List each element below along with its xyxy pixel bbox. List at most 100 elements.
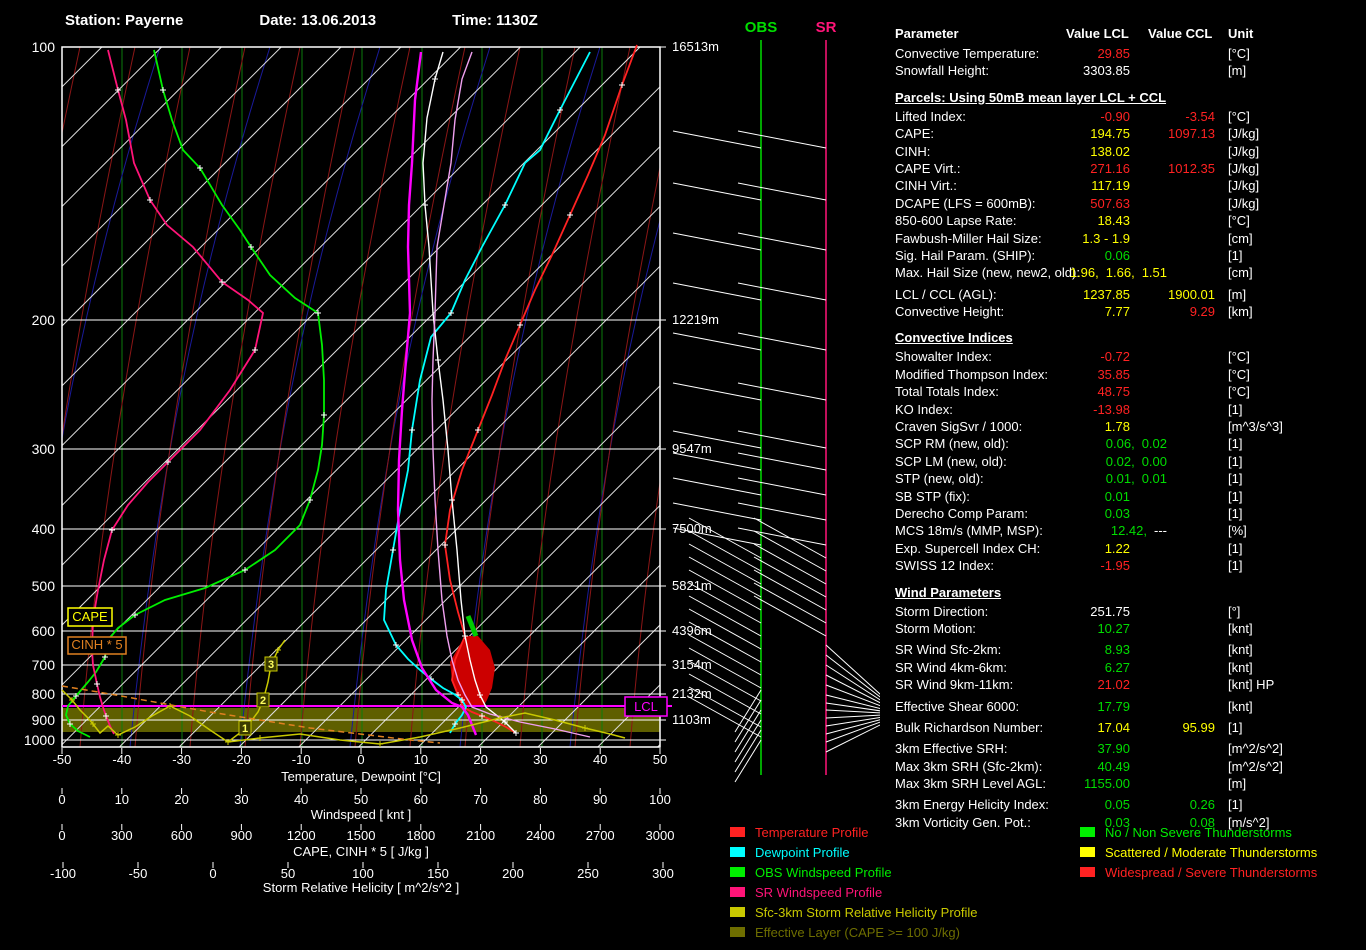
row-value-lcl: 6.27 xyxy=(880,660,1130,675)
temp-axis-tick-label: -50 xyxy=(53,752,72,767)
cape-axis-tick-label: 1500 xyxy=(347,828,376,843)
profile-legend-label: Effective Layer (CAPE >= 100 J/kg) xyxy=(755,925,960,940)
table-row: CINH:138.02[J/kg] xyxy=(880,144,1366,161)
row-value-lcl: 251.75 xyxy=(880,604,1130,619)
row-unit: [m] xyxy=(1228,63,1246,78)
severity-legend-item: No / Non Severe Thunderstorms xyxy=(1080,822,1317,842)
dry-adiabat-line xyxy=(0,47,50,747)
sr-hodograph-fan-line xyxy=(826,655,880,714)
profile-legend-swatch xyxy=(730,927,745,937)
row-value-ccl: -3.54 xyxy=(880,109,1215,124)
obs-wind-barb xyxy=(673,183,761,200)
temp-axis-axis-title: Temperature, Dewpoint [°C] xyxy=(281,769,441,784)
table-row: SB STP (fix):0.01[1] xyxy=(880,489,1366,506)
moist-adiabat-line xyxy=(575,47,685,747)
sr-hodograph-fan-line xyxy=(826,714,880,742)
temp-axis-tick-label: -40 xyxy=(112,752,131,767)
srh-axis-tick-label: 50 xyxy=(281,866,295,881)
wind-axis-tick-label: 30 xyxy=(234,792,248,807)
row-value: 1.66, xyxy=(1106,265,1135,280)
cinh-label: CINH * 5 xyxy=(71,637,122,652)
row-value-pair: 1.96,1.66,1.51 xyxy=(880,265,1167,280)
severity-legend-swatch xyxy=(1080,827,1095,837)
row-unit: [°] xyxy=(1228,604,1240,619)
row-unit: [°C] xyxy=(1228,384,1250,399)
isotherm-line xyxy=(60,47,760,747)
row-unit: [m] xyxy=(1228,287,1246,302)
sr-wind-barb xyxy=(754,570,826,610)
row-value: 0.01 xyxy=(1142,471,1167,486)
table-row: Max 3km SRH (Sfc-2km):40.49[m^2/s^2] xyxy=(880,759,1366,776)
table-row: Bulk Richardson Number:17.0495.99[1] xyxy=(880,720,1366,737)
profile-legend-item: Effective Layer (CAPE >= 100 J/kg) xyxy=(730,922,978,942)
table-row: Convective Temperature:29.85[°C] xyxy=(880,46,1366,63)
table-row: SR Wind Sfc-2km:8.93[knt] xyxy=(880,642,1366,659)
sr-hodograph-fan-line xyxy=(826,714,880,752)
row-value-lcl: -13.98 xyxy=(880,402,1130,417)
height-label: 5821m xyxy=(672,578,712,593)
row-value-lcl: 37.90 xyxy=(880,741,1130,756)
obs-wind-barb xyxy=(673,503,761,520)
srh-axis-tick-label: 150 xyxy=(427,866,449,881)
row-value-lcl: 3303.85 xyxy=(880,63,1130,78)
row-unit: [°C] xyxy=(1228,367,1250,382)
row-value-lcl: 21.02 xyxy=(880,677,1130,692)
sr-wind-barb xyxy=(738,431,826,448)
sr-wind-barb xyxy=(754,531,826,571)
isotherm-line xyxy=(0,47,42,747)
table-row: Storm Direction:251.75[°] xyxy=(880,604,1366,621)
row-unit: [cm] xyxy=(1228,265,1253,280)
row-value: --- xyxy=(1154,523,1167,538)
table-header-value_lcl: Value LCL xyxy=(1066,26,1129,41)
row-unit: [°C] xyxy=(1228,46,1250,61)
table-row: MCS 18m/s (MMP, MSP):12.42,---[%] xyxy=(880,523,1366,540)
row-value: 12.42, xyxy=(1111,523,1147,538)
temp-axis-tick-label: -10 xyxy=(292,752,311,767)
obs-wind-barb xyxy=(673,131,761,148)
row-value-lcl: 117.19 xyxy=(880,178,1130,193)
section-title: Parcels: Using 50mB mean layer LCL + CCL xyxy=(880,90,1366,109)
obs-wind-barb xyxy=(673,283,761,300)
temp-axis-tick-label: 30 xyxy=(533,752,547,767)
row-value-lcl: 1.3 - 1.9 xyxy=(880,231,1130,246)
row-value-ccl: 1012.35 xyxy=(880,161,1215,176)
row-value-ccl: 1097.13 xyxy=(880,126,1215,141)
table-row: 850-600 Lapse Rate:18.43[°C] xyxy=(880,213,1366,230)
profile-legend-label: Dewpoint Profile xyxy=(755,845,850,860)
obs-wind-barb xyxy=(673,383,761,400)
moist-adiabat-line xyxy=(850,47,880,747)
wetbulb-profile xyxy=(432,52,590,737)
moist-adiabat-line xyxy=(740,47,850,747)
pressure-tick-label: 700 xyxy=(32,657,56,673)
sr-wind-barb xyxy=(738,528,826,545)
row-unit: [J/kg] xyxy=(1228,144,1259,159)
profile-legend-label: SR Windspeed Profile xyxy=(755,885,882,900)
row-value: 1.96, xyxy=(1070,265,1099,280)
table-header-parameter: Parameter xyxy=(895,26,959,41)
severity-legend-swatch xyxy=(1080,847,1095,857)
row-unit: [m^2/s^2] xyxy=(1228,741,1283,756)
table-row: Exp. Supercell Index CH:1.22[1] xyxy=(880,541,1366,558)
temp-axis-tick-label: 0 xyxy=(357,752,364,767)
sr-column-label: SR xyxy=(816,19,837,36)
wind-axis-tick-label: 70 xyxy=(473,792,487,807)
profile-legend-swatch xyxy=(730,887,745,897)
pressure-tick-label: 1000 xyxy=(24,732,55,748)
cape-axis-tick-label: 3000 xyxy=(646,828,675,843)
row-unit: [knt] HP xyxy=(1228,677,1274,692)
row-value-lcl: 0.06 xyxy=(880,248,1130,263)
moist-adiabat-line xyxy=(0,47,25,747)
srh-axis-tick-label: -50 xyxy=(129,866,148,881)
profile-legend-swatch xyxy=(730,907,745,917)
row-value: 0.02, xyxy=(1106,454,1135,469)
row-value: 0.01, xyxy=(1106,471,1135,486)
table-row: SCP RM (new, old):0.06,0.02[1] xyxy=(880,436,1366,453)
row-unit: [1] xyxy=(1228,797,1242,812)
obs-wind-barb xyxy=(689,531,761,571)
profile-legend-item: OBS Windspeed Profile xyxy=(730,862,978,882)
isotherm-line xyxy=(0,47,401,747)
row-unit: [J/kg] xyxy=(1228,126,1259,141)
cape-axis-tick-label: 600 xyxy=(171,828,193,843)
row-value-lcl: 17.79 xyxy=(880,699,1130,714)
table-row: Convective Height:7.779.29[km] xyxy=(880,304,1366,321)
